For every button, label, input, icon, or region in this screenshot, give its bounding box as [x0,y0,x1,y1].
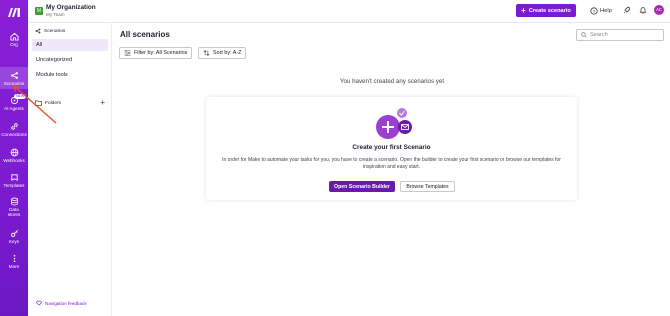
rail-item-label: Data stores [7,207,21,217]
help-button[interactable]: ? Help [590,5,612,16]
folder-icon [35,100,42,106]
rail-item-label: AI Agents [4,106,24,111]
scenario-illustration [376,108,412,139]
share-nodes-icon [35,28,41,34]
home-icon [9,32,19,41]
header-divider [28,22,670,23]
rail-item-label: Connections [1,132,27,137]
rail-item-label: Templates [3,183,25,188]
more-vertical-icon [13,254,15,263]
rail-item-label: Scenarios [3,81,25,86]
template-icon [10,174,18,181]
org-avatar: M [35,7,43,15]
globe-icon [10,148,18,157]
empty-state-message: You haven't created any scenarios yet [339,78,445,85]
key-icon [10,230,18,237]
subnav-item-module-tools[interactable]: Module tools [32,69,108,81]
card-title: Create your first Scenario [352,144,431,151]
team-name: My Team [46,12,65,17]
rail-item-label: Org [10,42,18,47]
filter-label: Filter by: All Scenarios [134,50,188,56]
plus-icon: + [521,5,526,15]
filter-button[interactable]: Filter by: All Scenarios [119,47,193,59]
rocket-icon[interactable] [623,6,631,14]
rail-item-scenarios[interactable]: Scenarios [0,67,28,89]
create-scenario-label: Create scenario [528,7,571,14]
subnav-heading: Scenarios [35,28,65,34]
add-folder-button[interactable]: + [100,99,105,107]
database-icon [10,197,18,206]
scenarios-subnav: Scenarios All Uncategorized Module tools… [28,23,112,316]
rail-item-keys[interactable]: Keys [0,229,28,247]
open-scenario-builder-button[interactable]: Open Scenario Builder [329,181,395,192]
sort-label: Sort by: A-Z [213,50,242,56]
subnav-item-uncategorized[interactable]: Uncategorized [32,54,108,66]
browse-templates-button[interactable]: Browse Templates [400,181,455,192]
rail-item-webhooks[interactable]: Webhooks [0,148,28,166]
rail-item-ai-agents[interactable]: NEW AI Agents [0,94,28,114]
make-logo[interactable] [7,6,21,18]
rail-item-label: Webhooks [3,158,25,163]
org-name: My Organization [46,4,96,11]
bell-icon[interactable] [639,6,647,14]
sort-button[interactable]: Sort by: A-Z [198,47,247,59]
help-icon: ? [590,6,598,14]
new-badge: NEW [14,94,27,99]
create-scenario-button[interactable]: + Create scenario [516,4,576,17]
subnav-heading-label: Scenarios [44,28,66,34]
folders-label: Folders [45,100,61,106]
user-avatar[interactable]: AC [654,5,664,15]
search-input[interactable] [590,32,660,38]
folders-row: Folders + [35,99,105,107]
help-label: Help [600,7,612,14]
empty-state-card: Create your first Scenario In order for … [206,97,577,200]
search-box[interactable] [576,29,664,41]
search-icon [581,32,587,38]
card-description: In order for Make to automate your tasks… [222,157,561,170]
rail-item-label: More [8,264,20,269]
sort-icon [203,50,210,56]
filter-icon [124,50,131,56]
share-nodes-icon [10,72,18,79]
feedback-label: Navigation feedback [45,300,87,306]
page-title: All scenarios [120,30,170,39]
rail-item-connections[interactable]: Connections [0,122,28,140]
svg-text:?: ? [593,8,596,14]
link-icon [10,123,18,130]
subnav-item-all[interactable]: All [32,39,108,51]
navigation-feedback-link[interactable]: Navigation feedback [36,300,87,306]
rail-item-more[interactable]: More [0,254,28,272]
rail-item-label: Keys [8,239,20,244]
rail-item-templates[interactable]: Templates [0,173,28,191]
main-sidebar: Org Scenarios NEW AI Agents Connections … [0,0,28,316]
heart-icon [36,300,42,306]
rail-item-org[interactable]: Org [0,32,28,50]
rail-item-data-stores[interactable]: Data stores [0,197,28,221]
